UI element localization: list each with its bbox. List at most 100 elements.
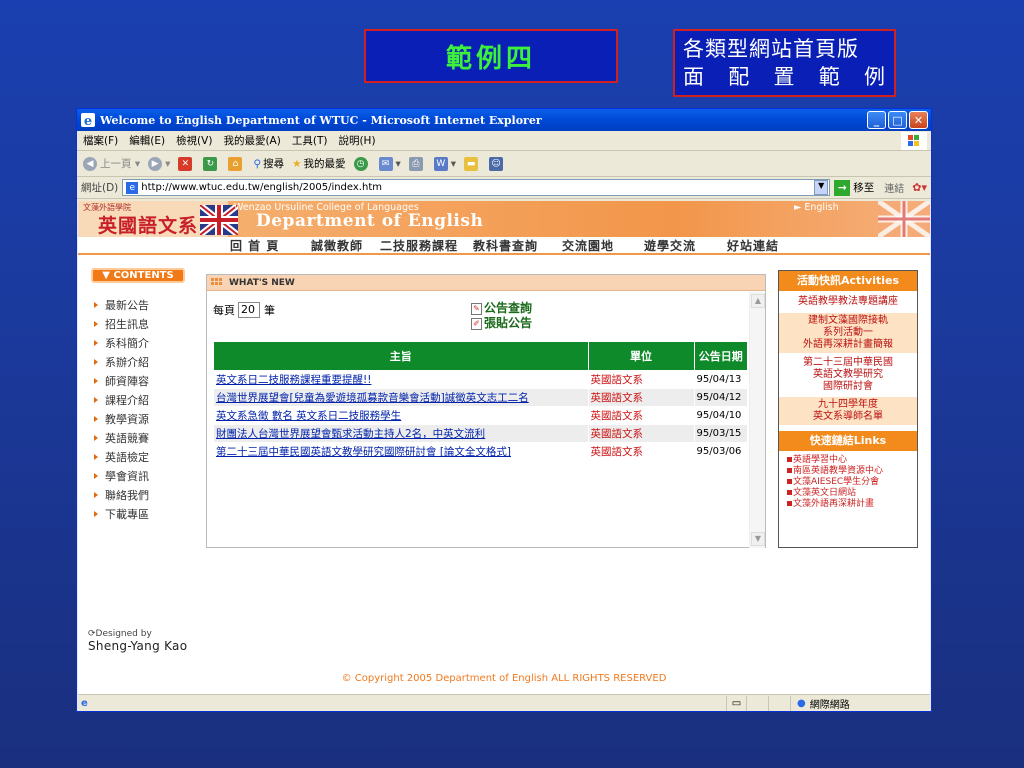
history-button[interactable]: ◷: [353, 156, 371, 171]
menu-help[interactable]: 說明(H): [338, 133, 375, 148]
news-table: 主旨 單位 公告日期 英文系日二技服務課程重要提醒!! 英國語文系 95/04/…: [213, 341, 748, 461]
refresh-button[interactable]: ↻: [203, 156, 220, 171]
folder-button[interactable]: ▬: [464, 156, 481, 171]
slide-note: 各類型網站首頁版 面 配 置 範 例: [673, 29, 896, 97]
left-item-office[interactable]: 系辦介紹: [94, 354, 149, 370]
nav-home[interactable]: 回 首 頁: [230, 237, 279, 254]
news-unit: 英國語文系: [588, 371, 694, 388]
arrow-icon: [94, 302, 98, 308]
table-row: 英文系急徵 數名 英文系日二技服務學生 英國語文系 95/04/10: [214, 407, 747, 424]
nav-courses[interactable]: 二技服務課程: [380, 237, 458, 254]
announcement-query-link[interactable]: ✎ 公告查詢: [471, 301, 532, 316]
news-subject-link[interactable]: 台灣世界展望會[兒童為愛遊境孤募款音樂會活動]誠徵英文志工二名: [216, 392, 529, 404]
left-item-resources[interactable]: 教學資源: [94, 411, 149, 427]
search-button[interactable]: ⚲ 搜尋: [253, 156, 284, 171]
quick-link[interactable]: 英語學習中心: [779, 455, 917, 466]
activity-item[interactable]: 建制文藻國際接軌 系列活動一 外語再深耕計畫簡報: [779, 313, 917, 353]
column-date: 公告日期: [694, 342, 747, 370]
slide-note-char: 範: [818, 65, 841, 89]
news-subject-link[interactable]: 第二十三屆中華民國英語文教學研究國際研討會 [論文全文格式]: [216, 446, 511, 458]
refresh-icon: ↻: [203, 156, 218, 171]
globe-icon: ●: [797, 697, 806, 709]
edit-button[interactable]: W ▾: [433, 156, 456, 171]
menu-tools[interactable]: 工具(T): [292, 133, 328, 148]
links-button[interactable]: 連結: [884, 180, 904, 195]
left-item-download[interactable]: 下載專區: [94, 506, 149, 522]
activity-item[interactable]: 英語教學教法專題講座: [779, 291, 917, 313]
address-url: http://www.wtuc.edu.tw/english/2005/inde…: [141, 182, 382, 193]
quick-link[interactable]: 文藻AIESEC學生分會: [779, 477, 917, 488]
refresh-swirl-icon: ⟳: [88, 629, 96, 639]
stop-button[interactable]: ✕: [178, 156, 195, 171]
mail-button[interactable]: ✉ ▾: [378, 156, 401, 171]
word-icon: W: [433, 156, 448, 171]
nav-textbook[interactable]: 教科書查詢: [473, 237, 538, 254]
left-item-exam[interactable]: 英語檢定: [94, 449, 149, 465]
address-dropdown-icon[interactable]: ▼: [814, 180, 829, 195]
maximize-button[interactable]: □: [888, 111, 907, 129]
left-item-faculty[interactable]: 師資陣容: [94, 373, 149, 389]
table-row: 財團法人台灣世界展望會甄求活動主持人2名，中英文流利 英國語文系 95/03/1…: [214, 425, 747, 442]
quick-link[interactable]: 南區英語教學資源中心: [779, 466, 917, 477]
home-button[interactable]: ⌂: [228, 156, 245, 171]
nav-links[interactable]: 好站連結: [727, 237, 779, 254]
left-item-intro[interactable]: 系科簡介: [94, 335, 149, 351]
activities-header: 活動快訊Activities: [779, 271, 917, 291]
menu-edit[interactable]: 編輯(E): [129, 133, 165, 148]
bullet-icon: [787, 501, 792, 506]
back-button[interactable]: ◀ 上一頁 ▾: [83, 156, 140, 171]
messenger-button[interactable]: ☺: [489, 156, 506, 171]
arrow-icon: [94, 492, 98, 498]
nav-forum[interactable]: 交流園地: [562, 237, 614, 254]
window-title: Welcome to English Department of WTUC - …: [100, 113, 542, 127]
scroll-down-icon[interactable]: ▼: [751, 532, 765, 546]
slide-note-char: 置: [773, 65, 796, 89]
forward-arrow-icon: ▶: [148, 156, 163, 171]
left-item-curriculum[interactable]: 課程介紹: [94, 392, 149, 408]
contents-header[interactable]: ▼ CONTENTS: [91, 268, 185, 283]
favorites-button[interactable]: ★ 我的最愛: [292, 156, 345, 171]
stop-icon: ✕: [178, 156, 193, 171]
scroll-up-icon[interactable]: ▲: [751, 294, 765, 308]
translate-icon[interactable]: ✿▾: [912, 181, 927, 194]
address-input[interactable]: e http://www.wtuc.edu.tw/english/2005/in…: [122, 179, 831, 196]
activity-item[interactable]: 第二十三屆中華民國 英語文教學研究 國際研討會: [779, 353, 917, 397]
toolbar: ◀ 上一頁 ▾ ▶ ▾ ✕ ↻ ⌂ ⚲ 搜尋 ★ 我的最愛 ◷ ✉ ▾ ⎙ W …: [77, 151, 931, 177]
document-icon: ✎: [471, 302, 482, 315]
slide-note-char: 配: [728, 65, 751, 89]
news-subject-link[interactable]: 財團法人台灣世界展望會甄求活動主持人2名，中英文流利: [216, 428, 485, 440]
go-button[interactable]: → 移至: [834, 179, 874, 196]
minimize-button[interactable]: _: [867, 111, 886, 129]
news-subject-link[interactable]: 英文系日二技服務課程重要提醒!!: [216, 374, 371, 386]
forward-button[interactable]: ▶ ▾: [148, 156, 170, 171]
menu-file[interactable]: 檔案(F): [83, 133, 118, 148]
left-item-contact[interactable]: 聯絡我們: [94, 487, 149, 503]
print-button[interactable]: ⎙: [408, 156, 426, 171]
whats-new-header: WHAT'S NEW: [207, 275, 765, 291]
title-bar[interactable]: e Welcome to English Department of WTUC …: [77, 109, 931, 131]
left-item-news[interactable]: 最新公告: [94, 297, 149, 313]
arrow-icon: [94, 340, 98, 346]
security-icon: ▭: [726, 695, 746, 711]
left-item-association[interactable]: 學會資訊: [94, 468, 149, 484]
activity-item[interactable]: 九十四學年度 英文系導師名單: [779, 397, 917, 425]
nav-study-abroad[interactable]: 遊學交流: [644, 237, 696, 254]
links-header: 快速鏈結Links: [779, 431, 917, 451]
quick-link[interactable]: 文藻英文日網站: [779, 488, 917, 499]
left-item-admission[interactable]: 招生訊息: [94, 316, 149, 332]
news-scrollbar[interactable]: ▲ ▼: [749, 292, 765, 548]
menu-favorites[interactable]: 我的最愛(A): [223, 133, 280, 148]
table-row: 英文系日二技服務課程重要提醒!! 英國語文系 95/04/13: [214, 371, 747, 388]
english-link[interactable]: ► English: [794, 202, 839, 213]
post-announcement-link[interactable]: ✐ 張貼公告: [471, 316, 532, 331]
quick-link[interactable]: 文藻外語再深耕計畫: [779, 499, 917, 510]
per-page-input[interactable]: 20: [238, 302, 260, 318]
news-date: 95/03/06: [694, 443, 747, 460]
menu-view[interactable]: 檢視(V): [176, 133, 212, 148]
news-subject-link[interactable]: 英文系急徵 數名 英文系日二技服務學生: [216, 410, 401, 422]
menu-bar: 檔案(F) 編輯(E) 檢視(V) 我的最愛(A) 工具(T) 說明(H): [77, 131, 931, 151]
slide-note-line1: 各類型網站首頁版: [683, 37, 859, 61]
close-button[interactable]: ✕: [909, 111, 928, 129]
nav-recruit[interactable]: 誠徵教師: [311, 237, 363, 254]
left-item-contest[interactable]: 英語競賽: [94, 430, 149, 446]
